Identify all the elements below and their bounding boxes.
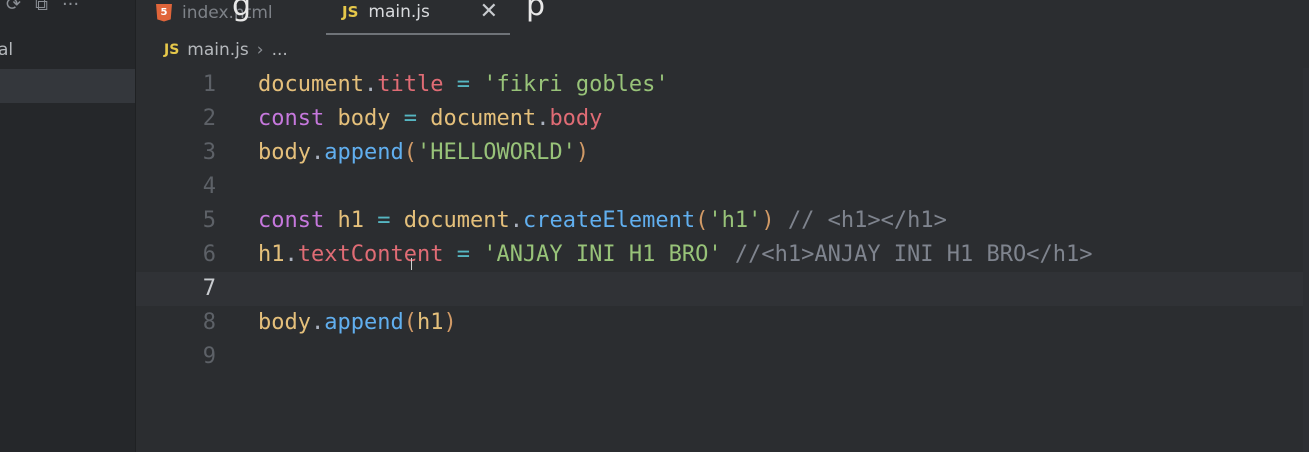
- code-token: ): [443, 310, 457, 335]
- code-token: 'HELLOWORLD': [416, 140, 576, 165]
- code-token: (: [695, 208, 709, 233]
- code-token: .: [284, 242, 298, 267]
- code-token: .: [310, 310, 325, 335]
- code-token: =: [443, 242, 484, 267]
- code-token: .: [310, 140, 325, 165]
- code-token: .: [509, 208, 523, 233]
- code-token: //<h1>ANJAY INI H1 BRO</h1>: [721, 242, 1093, 267]
- code-token: append: [324, 310, 404, 335]
- javascript-icon: JS: [342, 2, 359, 21]
- code-token: .: [536, 106, 550, 131]
- collapse-all-icon[interactable]: ⧉: [35, 0, 48, 15]
- code-editor[interactable]: 1 document.title = 'fikri gobles' 2 const b…: [136, 68, 1309, 452]
- code-token: document: [430, 106, 537, 131]
- code-line[interactable]: 4: [136, 170, 1309, 204]
- code-line[interactable]: 2 const body = document.body: [136, 102, 1309, 136]
- line-number: 6: [202, 242, 216, 267]
- overlay-text-fragment-left: g: [232, 0, 252, 23]
- code-token: document: [258, 72, 364, 97]
- code-token: body: [337, 106, 391, 131]
- code-line[interactable]: 7: [136, 272, 1309, 306]
- code-token: 'fikri gobles': [483, 72, 669, 97]
- editor-scrollbar[interactable]: [1303, 68, 1309, 452]
- tab-label: main.js: [368, 1, 430, 22]
- line-number: 8: [202, 310, 216, 335]
- code-token: .: [363, 72, 378, 97]
- code-token: (: [403, 310, 417, 335]
- line-number: 1: [202, 72, 216, 97]
- code-token: =: [390, 106, 431, 131]
- code-text[interactable]: body.append(h1): [258, 306, 457, 340]
- line-number: 9: [202, 344, 216, 369]
- explorer-selected-row[interactable]: [0, 69, 135, 103]
- code-text[interactable]: h1.textContent = 'ANJAY INI H1 BRO' //<h…: [258, 238, 1093, 272]
- code-token: createElement: [522, 208, 696, 233]
- code-token: =: [443, 72, 484, 97]
- refresh-icon[interactable]: ⟳: [6, 0, 21, 15]
- breadcrumb: JS main.js › ...: [164, 40, 288, 60]
- line-number: 7: [202, 276, 216, 301]
- code-line[interactable]: 5 const h1 = document.createElement('h1')…: [136, 204, 1309, 238]
- tab-bar: 5 index.html JS main.js ✕: [136, 0, 1309, 35]
- code-token: body: [549, 106, 603, 131]
- code-token: append: [324, 140, 404, 165]
- code-token: h1: [416, 310, 444, 335]
- code-token: ): [575, 140, 590, 165]
- tab-main-js[interactable]: JS main.js ✕: [326, 0, 510, 35]
- javascript-icon: JS: [164, 42, 180, 58]
- code-line[interactable]: 6 h1.textContent = 'ANJAY INI H1 BRO' //<…: [136, 238, 1309, 272]
- line-number: 3: [202, 140, 216, 165]
- code-token: (: [403, 140, 417, 165]
- code-token: 'ANJAY INI H1 BRO': [483, 242, 722, 267]
- explorer-toolbar: ⟳ ⧉ ···: [6, 0, 79, 15]
- code-text[interactable]: body.append('HELLOWORLD'): [258, 136, 589, 170]
- close-icon[interactable]: ✕: [480, 0, 498, 24]
- code-text[interactable]: const body = document.body: [258, 102, 602, 136]
- tab-index-html[interactable]: 5 index.html: [156, 0, 273, 35]
- code-token: =: [363, 208, 404, 233]
- html5-icon: 5: [156, 3, 172, 22]
- code-token: title: [377, 72, 444, 97]
- code-token: const: [258, 208, 325, 233]
- code-text[interactable]: document.title = 'fikri gobles': [258, 68, 669, 102]
- code-token: h1: [258, 242, 285, 267]
- code-token: h1: [337, 208, 364, 233]
- code-text[interactable]: const h1 = document.createElement('h1') …: [258, 204, 947, 238]
- code-line[interactable]: 1 document.title = 'fikri gobles': [136, 68, 1309, 102]
- chevron-right-icon: ›: [256, 40, 264, 60]
- line-number: 2: [202, 106, 216, 131]
- breadcrumb-file[interactable]: main.js: [187, 40, 248, 60]
- code-line[interactable]: 9: [136, 340, 1309, 374]
- line-number: 5: [202, 208, 216, 233]
- breadcrumb-more[interactable]: ...: [272, 40, 288, 60]
- code-line[interactable]: 8 body.append(h1): [136, 306, 1309, 340]
- overlay-text-fragment: p: [526, 0, 546, 23]
- code-token: // <h1></h1>: [774, 208, 947, 233]
- code-token: const: [258, 106, 325, 131]
- code-token: document: [403, 208, 510, 233]
- explorer-item-label[interactable]: al: [0, 40, 13, 60]
- code-line[interactable]: 3 body.append('HELLOWORLD'): [136, 136, 1309, 170]
- tab-label: index.html: [182, 2, 273, 23]
- mouse-text-cursor: [411, 258, 414, 270]
- code-token: textContent: [297, 242, 444, 267]
- code-token: body: [258, 310, 311, 335]
- code-token: ): [761, 208, 775, 233]
- explorer-panel: ⟳ ⧉ ··· al: [0, 0, 136, 452]
- code-token: body: [258, 140, 311, 165]
- code-token: 'h1': [708, 208, 762, 233]
- more-actions-icon[interactable]: ···: [62, 0, 79, 15]
- line-number: 4: [202, 174, 216, 199]
